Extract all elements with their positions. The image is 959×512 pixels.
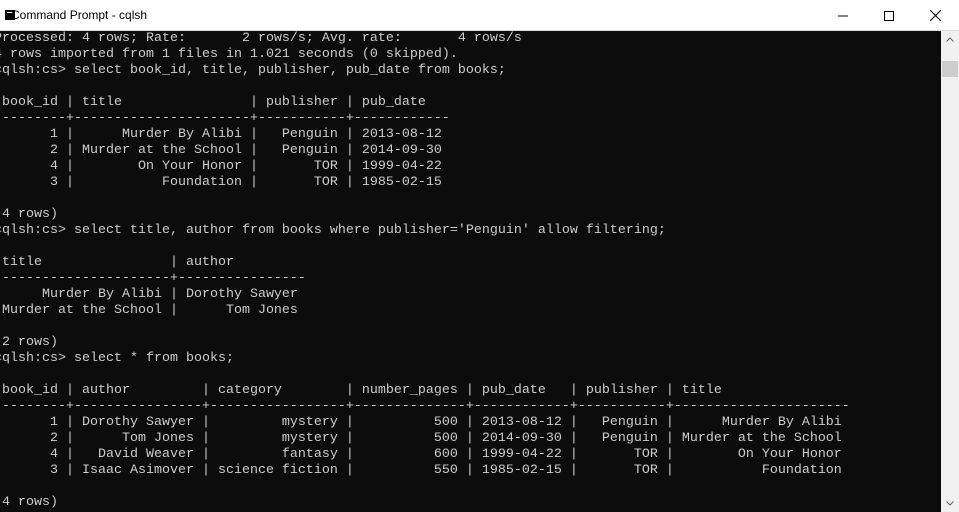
console-line: 4 rows imported from 1 files in 1.021 se…: [0, 47, 458, 62]
console-line: book_id | author | category | number_pag…: [0, 383, 722, 398]
close-icon: [929, 10, 941, 21]
console-output[interactable]: Processed: 4 rows; Rate: 2 rows/s; Avg. …: [0, 31, 941, 512]
console-line: 2 | Tom Jones | mystery | 500 | 2014-09-…: [0, 431, 842, 446]
console-line: cqlsh:cs> select * from books;: [0, 351, 234, 366]
console-line: cqlsh:cs> select title, author from book…: [0, 223, 666, 238]
console-line: cqlsh:cs> select book_id, title, publish…: [0, 63, 506, 78]
console-line: title | author: [0, 255, 234, 270]
chevron-up-icon: [946, 37, 954, 42]
minimize-icon: [838, 15, 848, 16]
console-line: ----------------------+----------------: [0, 271, 306, 286]
console-line: 2 | Murder at the School | Penguin | 201…: [0, 143, 442, 158]
scroll-up-button[interactable]: [941, 31, 959, 48]
maximize-icon: [884, 10, 894, 21]
console-line: 3 | Foundation | TOR | 1985-02-15: [0, 175, 442, 190]
console-line: Processed: 4 rows; Rate: 2 rows/s; Avg. …: [0, 31, 522, 46]
console-line: (2 rows): [0, 335, 58, 350]
console-line: Murder at the School | Tom Jones: [0, 303, 298, 318]
console-line: ---------+----------------------+-------…: [0, 111, 450, 126]
minimize-button[interactable]: [820, 0, 866, 31]
console-line: 4 | On Your Honor | TOR | 1999-04-22: [0, 159, 442, 174]
window-title: Command Prompt - cqlsh: [11, 8, 148, 22]
title-bar[interactable]: Command Prompt - cqlsh: [0, 0, 959, 31]
console-line: ---------+----------------+-------------…: [0, 399, 850, 414]
chevron-down-icon: [946, 501, 954, 506]
console-line: 1 | Dorothy Sawyer | mystery | 500 | 201…: [0, 415, 842, 430]
scroll-down-button[interactable]: [941, 495, 959, 512]
console-line: Murder By Alibi | Dorothy Sawyer: [0, 287, 298, 302]
console-line: (4 rows): [0, 207, 58, 222]
scroll-thumb[interactable]: [942, 61, 958, 77]
console-line: (4 rows): [0, 495, 58, 510]
console-line: book_id | title | publisher | pub_date: [0, 95, 426, 110]
console-line: 3 | Isaac Asimover | science fiction | 5…: [0, 463, 842, 478]
console-line: 4 | David Weaver | fantasy | 600 | 1999-…: [0, 447, 842, 462]
vertical-scrollbar[interactable]: [941, 31, 959, 512]
console-line: 1 | Murder By Alibi | Penguin | 2013-08-…: [0, 127, 442, 142]
maximize-button[interactable]: [866, 0, 912, 31]
close-button[interactable]: [912, 0, 958, 31]
